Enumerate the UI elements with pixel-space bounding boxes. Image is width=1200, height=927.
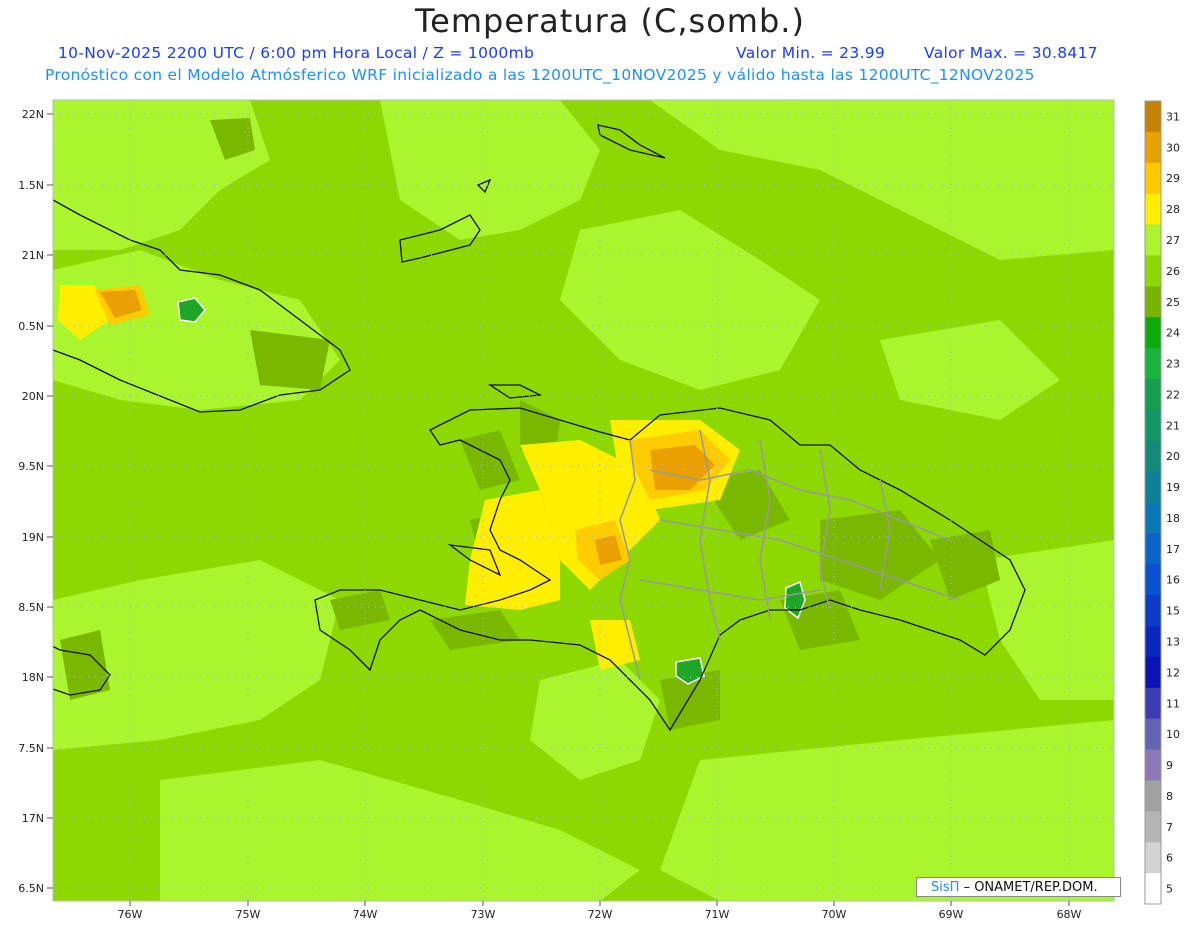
lon-label: 70W [822,908,847,921]
colorbar-swatch [1145,348,1161,380]
colorbar-label: 9 [1166,759,1173,772]
colorbar-label: 6 [1166,852,1173,865]
lon-label: 73W [471,908,496,921]
lat-label: 6.5N [18,882,44,895]
colorbar-legend: 31 30 29 28 27 26 25 24 23 22 21 20 19 18 17 16 15 13 12 11… [1144,100,1180,905]
colorbar-swatch [1145,780,1161,812]
colorbar-swatch [1145,255,1161,287]
lon-label: 74W [353,908,378,921]
lat-label: 20N [22,390,44,403]
lon-label: 69W [939,908,964,921]
colorbar-swatch [1145,656,1161,689]
colorbar-swatch [1145,378,1161,411]
colorbar-label: 10 [1166,728,1180,741]
colorbar-swatch [1145,471,1161,503]
colorbar-label: 7 [1166,821,1173,834]
colorbar-swatch [1145,101,1161,133]
colorbar-swatch [1145,286,1161,318]
colorbar-label: 13 [1166,635,1180,648]
colorbar-label: 11 [1166,697,1180,710]
colorbar-swatch [1145,409,1161,442]
colorbar-swatch [1145,749,1161,781]
lat-label: 19N [22,531,44,544]
colorbar-label: 21 [1166,419,1180,432]
lon-labels: 76W 75W 74W 73W 72W 71W 70W 69W 68W [118,908,1082,921]
colorbar-swatch [1145,564,1161,596]
colorbar-label: 30 [1166,141,1180,154]
lat-label: 8.5N [18,601,44,614]
colorbar-label: 19 [1166,481,1180,494]
colorbar-swatch [1145,687,1161,720]
lat-label: 17N [22,812,44,825]
lat-label: 1.5N [18,179,44,192]
colorbar-label: 12 [1166,666,1180,679]
credit-box: SisΠ – ONAMET/REP.DOM. [916,877,1121,897]
colorbar-label: 28 [1166,203,1180,216]
credit-org: – ONAMET/REP.DOM. [963,880,1098,895]
colorbar-swatch [1145,842,1161,874]
colorbar-label: 22 [1166,388,1180,401]
colorbar-label: 26 [1166,265,1180,278]
colorbar-label: 16 [1166,574,1180,587]
lat-label: 21N [22,249,44,262]
colorbar-label: 31 [1166,110,1180,123]
lon-label: 76W [118,908,143,921]
lon-label: 75W [236,908,261,921]
lon-label: 72W [588,908,613,921]
lat-label: 9.5N [18,460,44,473]
colorbar-label: 29 [1166,172,1180,185]
colorbar-swatch [1145,193,1161,226]
lat-label: 22N [22,108,44,121]
colorbar-swatch [1145,718,1161,751]
credit-brand: SisΠ [931,880,960,895]
colorbar-swatch [1145,595,1161,627]
colorbar-swatch [1145,317,1161,349]
map-field [53,100,1114,901]
lat-label: 18N [22,671,44,684]
temperature-map: 22N 1.5N 21N 0.5N 20N 9.5N 19N 8.5N 18N … [18,99,1180,921]
colorbar-swatch [1145,873,1161,905]
lat-label: 0.5N [18,320,44,333]
colorbar-label: 17 [1166,543,1180,556]
colorbar-label: 15 [1166,605,1180,618]
colorbar-swatch [1145,502,1161,534]
colorbar-swatch [1145,626,1161,658]
lat-labels: 22N 1.5N 21N 0.5N 20N 9.5N 19N 8.5N 18N … [18,108,44,895]
colorbar-swatch [1145,440,1161,473]
lon-label: 68W [1057,908,1082,921]
colorbar-label: 20 [1166,450,1180,463]
lon-label: 71W [705,908,730,921]
colorbar-label: 24 [1166,327,1180,340]
colorbar-swatch [1145,224,1161,256]
colorbar-label: 18 [1166,512,1180,525]
lat-label: 7.5N [18,742,44,755]
colorbar-label: 8 [1166,790,1173,803]
colorbar-swatch [1145,533,1161,565]
colorbar-label: 25 [1166,296,1180,309]
colorbar-swatch [1145,162,1161,195]
colorbar-swatch [1145,811,1161,843]
colorbar-label: 5 [1166,883,1173,896]
colorbar-label: 27 [1166,234,1180,247]
colorbar-label: 23 [1166,358,1180,371]
colorbar-swatch [1145,131,1161,164]
